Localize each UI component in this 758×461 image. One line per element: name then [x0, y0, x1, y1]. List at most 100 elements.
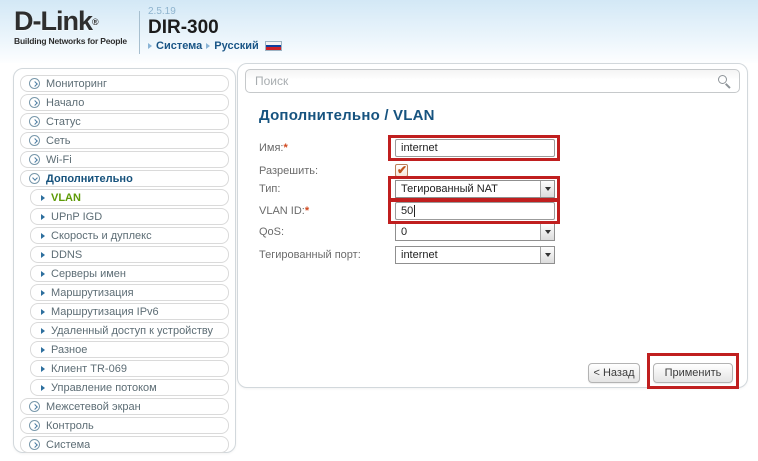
label-text: VLAN ID: — [259, 205, 305, 217]
search-input[interactable] — [246, 70, 739, 92]
expand-circle-icon — [29, 135, 40, 146]
expand-circle-icon — [29, 78, 40, 89]
sidebar-item-label: Статус — [46, 116, 81, 128]
qos-field-label: QoS: — [259, 226, 284, 238]
sidebar-item-control[interactable]: Контроль — [20, 417, 229, 434]
tagged-port-field-label: Тегированный порт: — [259, 249, 361, 261]
tagged-port-select[interactable]: internet — [395, 246, 555, 264]
sidebar-item-label: Сеть — [46, 135, 70, 147]
dropdown-button[interactable] — [540, 247, 554, 263]
expand-circle-icon — [29, 97, 40, 108]
sidebar-item-label: Клиент TR-069 — [51, 363, 127, 375]
dropdown-button[interactable] — [540, 181, 554, 197]
arrow-right-icon — [41, 347, 45, 353]
name-input[interactable] — [395, 139, 555, 157]
arrow-right-icon — [41, 214, 45, 220]
model-name: DIR-300 — [148, 17, 282, 38]
expand-circle-icon — [29, 116, 40, 127]
sidebar-item-name-servers[interactable]: Серверы имен — [30, 265, 229, 282]
registered-mark-icon: ® — [92, 17, 98, 27]
sidebar-item-label: Разное — [51, 344, 87, 356]
dlink-logo-text: D-Link® — [14, 7, 136, 35]
sidebar-item-label: Серверы имен — [51, 268, 126, 280]
arrow-right-icon — [41, 233, 45, 239]
sidebar-item-vlan[interactable]: VLAN — [30, 189, 229, 206]
sidebar-item-monitoring[interactable]: Мониторинг — [20, 75, 229, 92]
sidebar-item-label: Удаленный доступ к устройству — [51, 325, 213, 337]
vlanid-input[interactable] — [395, 202, 555, 220]
sidebar-item-advanced[interactable]: Дополнительно — [20, 170, 229, 187]
sidebar-item-label: Система — [46, 439, 90, 451]
sidebar-item-ddns[interactable]: DDNS — [30, 246, 229, 263]
sidebar-item-system[interactable]: Система — [20, 436, 229, 453]
sidebar-item-speed-duplex[interactable]: Скорость и дуплекс — [30, 227, 229, 244]
sidebar-item-misc[interactable]: Разное — [30, 341, 229, 358]
sidebar-item-wifi[interactable]: Wi-Fi — [20, 151, 229, 168]
main-panel: Дополнительно / VLAN Имя:* Разрешить: Ти… — [237, 63, 748, 388]
expand-circle-icon — [29, 401, 40, 412]
page-title: Дополнительно / VLAN — [259, 107, 435, 124]
vlanid-field-label: VLAN ID:* — [259, 205, 309, 217]
header: D-Link® Building Networks for People 2.5… — [0, 0, 758, 63]
sidebar-item-firewall[interactable]: Межсетевой экран — [20, 398, 229, 415]
expand-circle-icon — [29, 439, 40, 450]
dlink-logo: D-Link® Building Networks for People — [14, 7, 136, 46]
arrow-right-icon — [41, 385, 45, 391]
product-block: 2.5.19 DIR-300 Система Русский — [148, 6, 282, 52]
arrow-right-icon — [41, 252, 45, 258]
logo-wordmark: D-Link — [14, 6, 92, 36]
dropdown-button[interactable] — [540, 224, 554, 240]
sidebar-nav: Мониторинг Начало Статус Сеть Wi-Fi Допо… — [13, 68, 236, 453]
breadcrumb: Система Русский — [148, 40, 282, 52]
sidebar-item-label: Wi-Fi — [46, 154, 72, 166]
qos-select-value: 0 — [396, 224, 540, 240]
qos-select[interactable]: 0 — [395, 223, 555, 241]
arrow-right-icon — [41, 271, 45, 277]
sidebar-item-upnp-igd[interactable]: UPnP IGD — [30, 208, 229, 225]
logo-tagline: Building Networks for People — [14, 36, 136, 46]
type-field-label: Тип: — [259, 183, 280, 195]
sidebar-item-label: Начало — [46, 97, 84, 109]
enable-field-label: Разрешить: — [259, 165, 318, 177]
chevron-down-icon — [545, 187, 551, 191]
collapse-circle-icon — [29, 173, 40, 184]
russia-flag-icon[interactable] — [265, 41, 282, 51]
sidebar-item-tr069-client[interactable]: Клиент TR-069 — [30, 360, 229, 377]
sidebar-item-label: Межсетевой экран — [46, 401, 141, 413]
back-button[interactable]: < Назад — [588, 363, 640, 383]
type-select[interactable]: Тегированный NAT — [395, 180, 555, 198]
arrow-right-icon — [41, 309, 45, 315]
breadcrumb-system-link[interactable]: Система — [156, 40, 202, 52]
sidebar-item-label: Дополнительно — [46, 173, 133, 185]
arrow-right-icon — [41, 328, 45, 334]
sidebar-item-network[interactable]: Сеть — [20, 132, 229, 149]
sidebar-item-start[interactable]: Начало — [20, 94, 229, 111]
arrow-right-icon — [41, 290, 45, 296]
breadcrumb-arrow-icon — [206, 43, 210, 49]
firmware-version: 2.5.19 — [148, 6, 282, 17]
sidebar-item-label: Управление потоком — [51, 382, 157, 394]
tagged-port-select-value: internet — [396, 247, 540, 263]
name-field-label: Имя:* — [259, 142, 288, 154]
sidebar-item-label: UPnP IGD — [51, 211, 102, 223]
label-text: Имя: — [259, 142, 283, 154]
breadcrumb-language-link[interactable]: Русский — [214, 40, 258, 52]
sidebar-item-flow-control[interactable]: Управление потоком — [30, 379, 229, 396]
chevron-down-icon — [545, 230, 551, 234]
arrow-right-icon — [41, 195, 45, 201]
sidebar-item-label: Маршрутизация — [51, 287, 134, 299]
header-divider — [139, 11, 140, 54]
sidebar-item-status[interactable]: Статус — [20, 113, 229, 130]
breadcrumb-arrow-icon — [148, 43, 152, 49]
sidebar-item-remote-access[interactable]: Удаленный доступ к устройству — [30, 322, 229, 339]
required-asterisk: * — [305, 205, 309, 217]
expand-circle-icon — [29, 154, 40, 165]
sidebar-item-label: DDNS — [51, 249, 82, 261]
search-box — [245, 69, 740, 93]
sidebar-item-routing-ipv6[interactable]: Маршрутизация IPv6 — [30, 303, 229, 320]
required-asterisk: * — [283, 142, 287, 154]
enable-checkbox-checked[interactable] — [395, 164, 408, 177]
search-icon[interactable] — [718, 75, 727, 84]
sidebar-item-routing[interactable]: Маршрутизация — [30, 284, 229, 301]
apply-button[interactable]: Применить — [653, 363, 733, 383]
